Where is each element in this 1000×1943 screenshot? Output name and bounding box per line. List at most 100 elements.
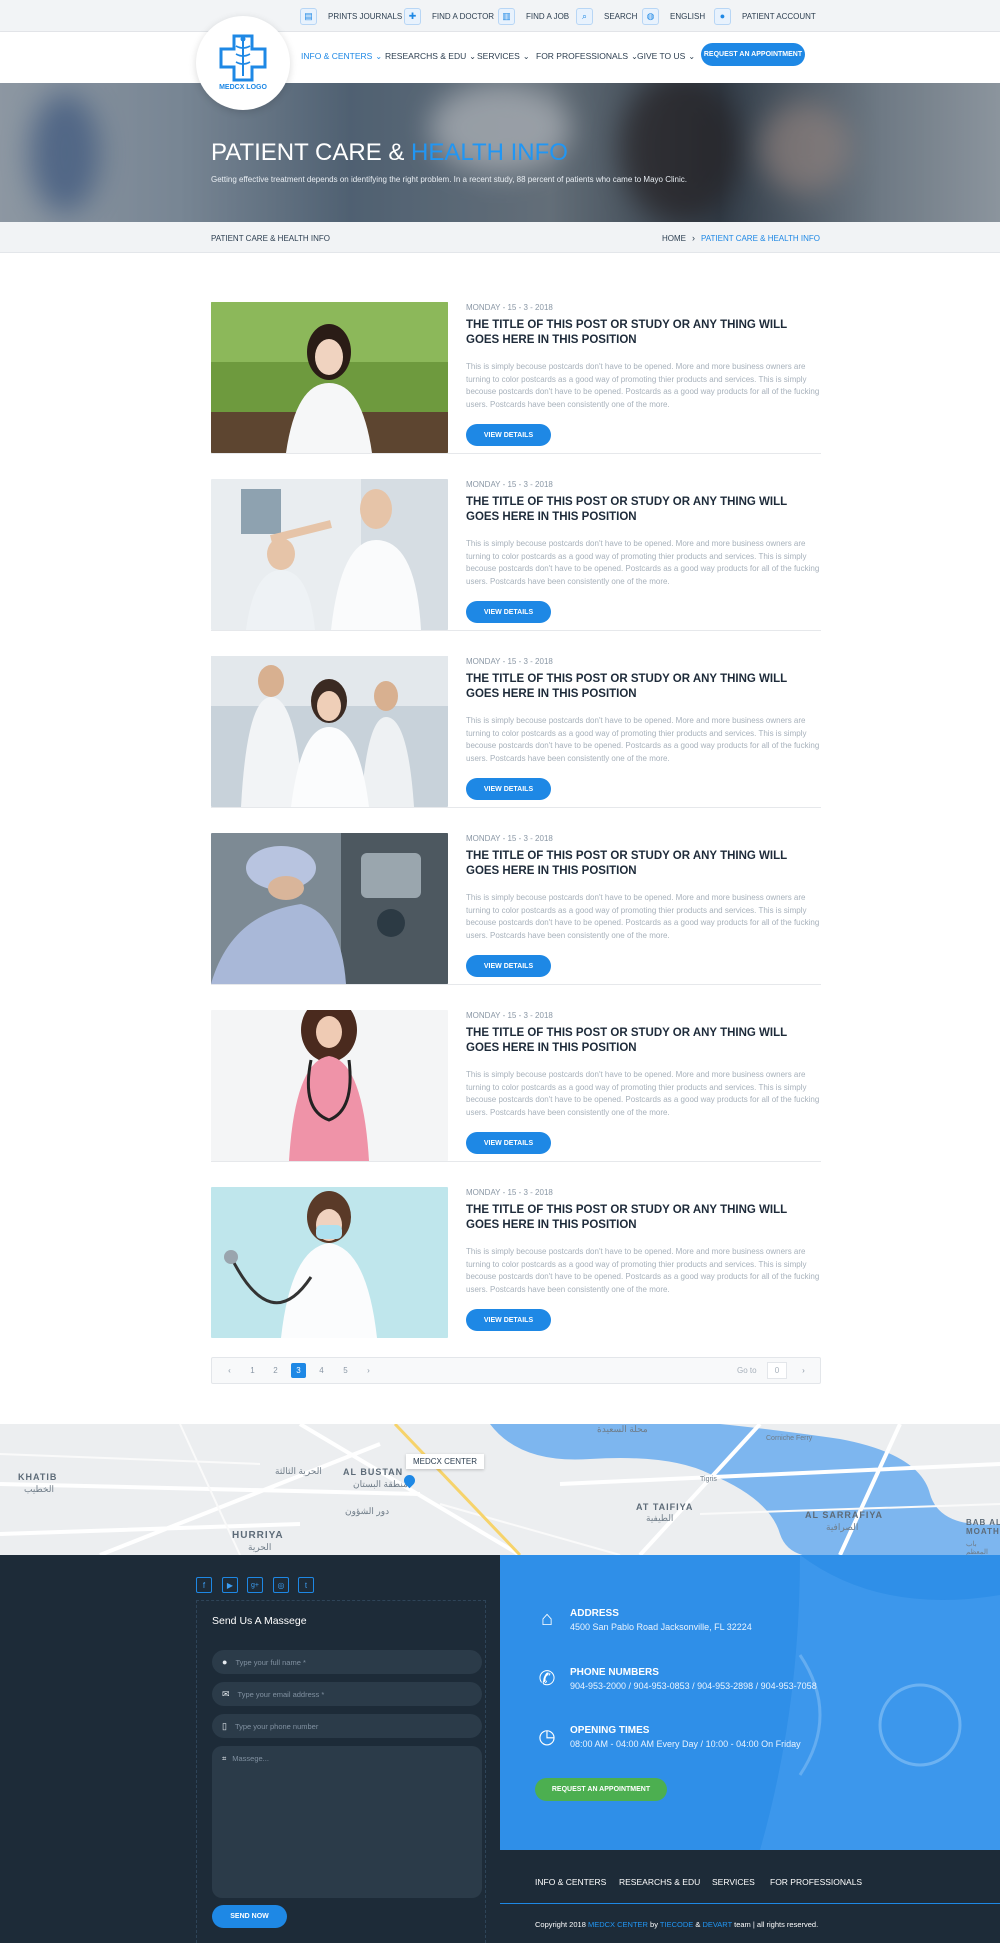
hours-label: OPENING TIMES [570,1725,650,1736]
post-title[interactable]: THE TITLE OF THIS POST OR STUDY OR ANY T… [466,849,821,879]
post-title[interactable]: THE TITLE OF THIS POST OR STUDY OR ANY T… [466,1026,821,1056]
instagram-icon[interactable]: ◎ [273,1577,289,1593]
language-selector[interactable]: ◍ ENGLISH [642,7,705,25]
breadcrumb-home-link[interactable]: HOME [662,234,686,243]
envelope-icon: ✉ [222,1688,230,1699]
post-title[interactable]: THE TITLE OF THIS POST OR STUDY OR ANY T… [466,1203,821,1233]
chevron-down-icon: ⌄ [375,52,383,61]
twitter-icon[interactable]: t [298,1577,314,1593]
post-excerpt: This is simply becouse postcards don't h… [466,716,820,763]
clock-icon: ◷ [538,1725,556,1748]
send-now-button[interactable]: SEND NOW [212,1905,287,1928]
post-date: MONDAY - 15 - 3 - 2018 [466,303,553,312]
find-job-link[interactable]: ▥ FIND A JOB [498,7,569,25]
brand-link[interactable]: MEDCX CENTER [588,1920,648,1929]
view-details-button[interactable]: VIEW DETAILS [466,778,551,800]
map-arabic-label: الطيفية [646,1513,674,1523]
hours-value: 08:00 AM - 04:00 AM Every Day / 10:00 - … [570,1739,801,1749]
map-label: AT TAIFIYA [636,1502,694,1512]
medical-cross-logo-icon [219,34,267,82]
google-plus-icon[interactable]: g+ [247,1577,263,1593]
page-1[interactable]: 1 [245,1363,260,1378]
breadcrumb-current: PATIENT CARE & HEALTH INFO [701,233,820,243]
footer-nav-for-professionals[interactable]: FOR PROFESSIONALS [770,1877,862,1887]
page-5[interactable]: 5 [338,1363,353,1378]
team-link[interactable]: TIECODE [660,1920,693,1929]
page-2[interactable]: 2 [268,1363,283,1378]
footer-nav-info-centers[interactable]: INFO & CENTERS [535,1877,606,1887]
post-title[interactable]: THE TITLE OF THIS POST OR STUDY OR ANY T… [466,672,821,702]
message-field[interactable]: ⌗ Massege... [212,1746,482,1898]
nav-for-professionals[interactable]: FOR PROFESSIONALS ⌄ [536,51,638,61]
footer-info-panel [500,1555,1000,1850]
full-name-field[interactable]: ● Type your full name * [212,1650,482,1674]
post-item: MONDAY - 15 - 3 - 2018 THE TITLE OF THIS… [211,656,821,808]
phone-field[interactable]: ▯ Type your phone number [212,1714,482,1738]
nav-services[interactable]: SERVICES ⌄ [477,51,530,61]
search-link[interactable]: ⌕ SEARCH [576,7,637,25]
post-date: MONDAY - 15 - 3 - 2018 [466,480,553,489]
view-details-button[interactable]: VIEW DETAILS [466,955,551,977]
copyright-text: Copyright 2018 MEDCX CENTER by TIECODE &… [535,1920,819,1929]
goto-button[interactable]: › [796,1363,811,1378]
map-label: Corniche Ferry [766,1435,813,1442]
post-image[interactable] [211,302,448,453]
hero-banner: PATIENT CARE & HEALTH INFO Getting effec… [0,83,1000,222]
footer-nav-researchs-edu[interactable]: RESEARCHS & EDU [619,1877,700,1887]
map-arabic-label: دور الشؤون [345,1506,390,1516]
post-item: MONDAY - 15 - 3 - 2018 THE TITLE OF THIS… [211,1187,821,1339]
patient-account-link[interactable]: ● PATIENT ACCOUNT [714,7,816,25]
chevron-right-icon: › [692,233,696,243]
home-icon: ⌂ [540,1607,554,1630]
site-logo[interactable]: MEDCX LOGO [196,16,290,110]
map-marker-label: MEDCX CENTER [406,1454,485,1469]
user-icon: ● [714,7,731,25]
goto-page-input[interactable] [767,1362,787,1379]
prev-page-button[interactable]: ‹ [222,1363,237,1378]
post-image[interactable] [211,833,448,984]
post-image[interactable] [211,1010,448,1161]
goto-label: Go to [737,1366,757,1375]
view-details-button[interactable]: VIEW DETAILS [466,1132,551,1154]
nav-researchs-edu[interactable]: RESEARCHS & EDU ⌄ [385,51,476,61]
address-value: 4500 San Pablo Road Jacksonville, FL 322… [570,1622,752,1632]
facebook-icon[interactable]: f [196,1577,212,1593]
post-image[interactable] [211,1187,448,1338]
post-title[interactable]: THE TITLE OF THIS POST OR STUDY OR ANY T… [466,318,821,348]
youtube-icon[interactable]: ▶ [222,1577,238,1593]
prints-journals-link[interactable]: ▤ PRINTS JOURNALS [300,7,402,25]
map-arabic-label: محلة السعيدة [597,1424,648,1434]
globe-icon: ◍ [642,7,659,25]
view-details-button[interactable]: VIEW DETAILS [466,1309,551,1331]
location-map[interactable]: KHATIB AL BUSTAN HURRIYA AT TAIFIYA AL S… [0,1424,1000,1555]
footer-request-appointment-button[interactable]: REQUEST AN APPOINTMENT [535,1778,667,1801]
nav-info-centers[interactable]: INFO & CENTERS ⌄ [301,51,382,61]
post-photo-doctor-woman [211,302,448,453]
phone-label: PHONE NUMBERS [570,1667,659,1678]
map-arabic-label: منطقة البستان [353,1479,408,1489]
page-3[interactable]: 3 [291,1363,306,1378]
post-item: MONDAY - 15 - 3 - 2018 THE TITLE OF THIS… [211,479,821,631]
phone-icon: ▯ [222,1720,227,1731]
view-details-button[interactable]: VIEW DETAILS [466,601,551,623]
page-4[interactable]: 4 [314,1363,329,1378]
post-excerpt: This is simply becouse postcards don't h… [466,539,820,586]
team-link[interactable]: DEVART [702,1920,732,1929]
post-image[interactable] [211,656,448,807]
post-title[interactable]: THE TITLE OF THIS POST OR STUDY OR ANY T… [466,495,821,525]
page-title: PATIENT CARE & HEALTH INFO [211,139,568,166]
find-doctor-link[interactable]: ✚ FIND A DOCTOR [404,7,494,25]
post-photo-masked-doctor [211,1187,448,1338]
footer-nav-services[interactable]: SERVICES [712,1877,755,1887]
post-item: MONDAY - 15 - 3 - 2018 THE TITLE OF THIS… [211,833,821,985]
post-item: MONDAY - 15 - 3 - 2018 THE TITLE OF THIS… [211,1010,821,1162]
next-page-button[interactable]: › [361,1363,376,1378]
request-appointment-button[interactable]: REQUEST AN APPOINTMENT [701,43,805,66]
map-label: AL SARRAFIYA [805,1510,884,1520]
nav-give-to-us[interactable]: GIVE TO US ⌄ [637,51,695,61]
email-field[interactable]: ✉ Type your email address * [212,1682,482,1706]
post-image[interactable] [211,479,448,630]
map-label: Tigris [700,1476,717,1483]
view-details-button[interactable]: VIEW DETAILS [466,424,551,446]
post-photo-surgery [211,833,448,984]
